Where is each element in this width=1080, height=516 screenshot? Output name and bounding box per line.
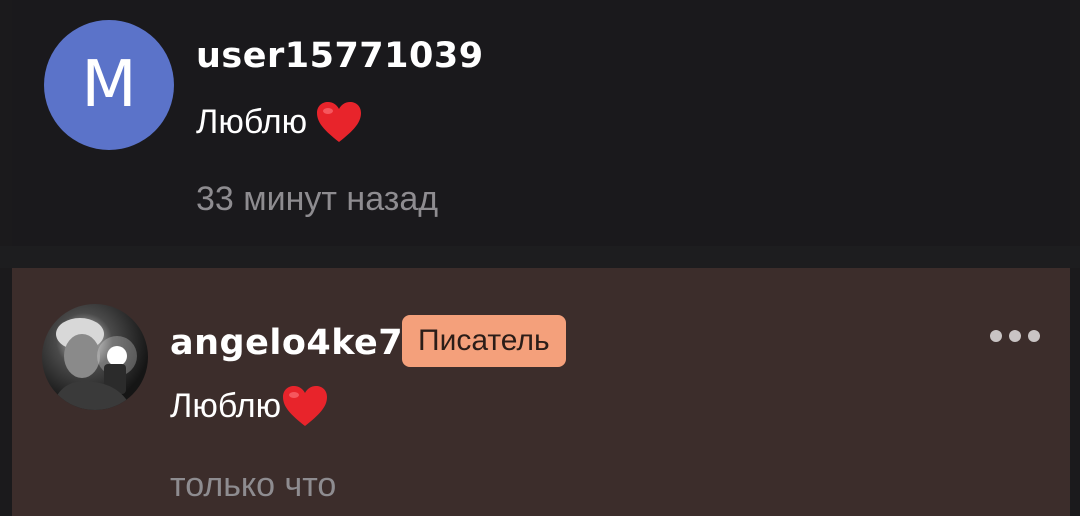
divider (0, 246, 1080, 268)
comment-text: Люблю (170, 384, 329, 428)
more-horizontal-icon[interactable] (990, 330, 1040, 342)
more-dot (990, 330, 1002, 342)
more-dot (1009, 330, 1021, 342)
comment-item: M user15771039 Люблю 33 минут назад (12, 0, 1070, 246)
more-dot (1028, 330, 1040, 342)
comment-text-label: Люблю (196, 102, 308, 141)
comment-text-label: Люблю (170, 386, 282, 425)
comment-timestamp: только что (170, 466, 337, 504)
comment-username[interactable]: angelo4ke7 (170, 323, 403, 363)
comment-username[interactable]: user15771039 (196, 36, 484, 76)
comment-item: angelo4ke7 Писатель Люблю только что (12, 268, 1070, 516)
role-badge: Писатель (402, 315, 566, 367)
heart-emoji-icon (317, 102, 362, 142)
avatar-photo-icon (52, 318, 137, 410)
heart-emoji-icon (283, 386, 328, 426)
comment-text: Люблю (196, 100, 363, 144)
avatar[interactable] (42, 304, 148, 410)
comment-timestamp: 33 минут назад (196, 180, 439, 218)
avatar[interactable]: M (44, 20, 174, 150)
avatar-letter: M (81, 48, 137, 122)
